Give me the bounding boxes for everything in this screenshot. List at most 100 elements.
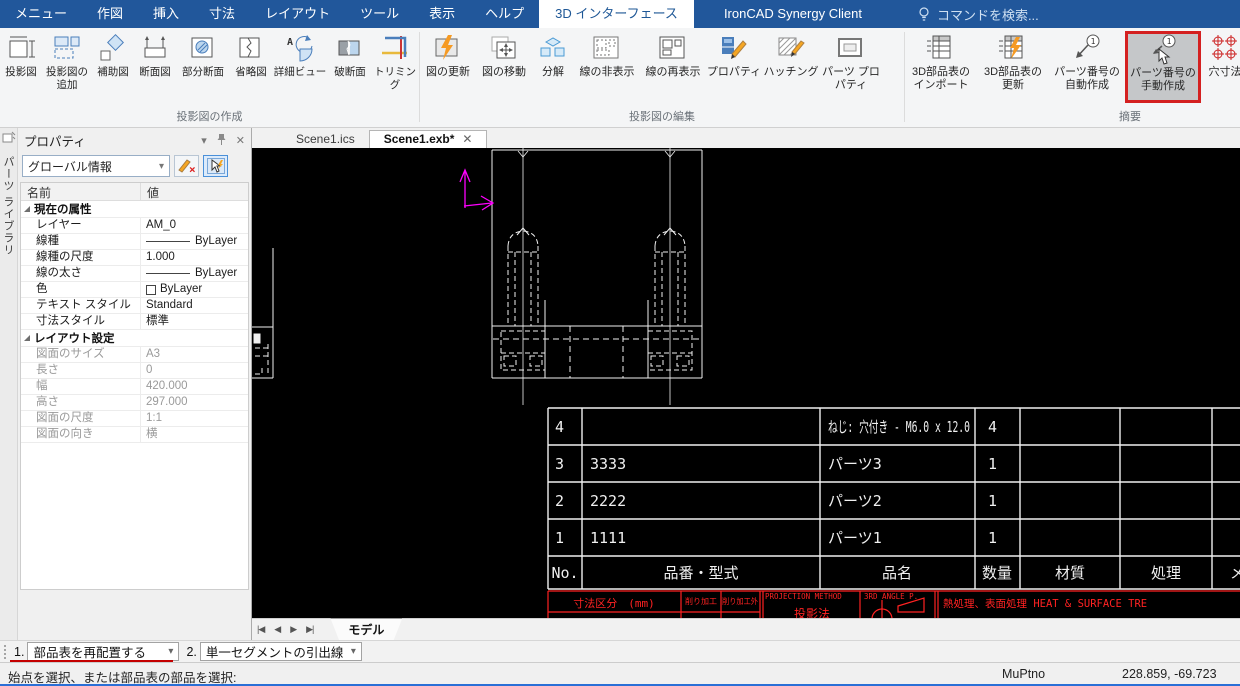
tb-angle: 3RD ANGLE P. bbox=[864, 592, 918, 601]
svg-text:A: A bbox=[287, 37, 293, 48]
sheet-nav-first-button[interactable]: |◀ bbox=[252, 624, 269, 635]
break-view-icon bbox=[335, 33, 365, 65]
prop-row-sheet-orientation[interactable]: 図面の向き 横 bbox=[21, 427, 248, 443]
ribbon-button-view-properties[interactable]: プロパティ bbox=[706, 31, 762, 107]
menu-item-insert[interactable]: 挿入 bbox=[138, 0, 194, 28]
bom-row2-no: 2 bbox=[555, 492, 564, 510]
document-tab-scene1-exb[interactable]: Scene1.exb* ✕ bbox=[369, 130, 488, 148]
ribbon-button-hatching[interactable]: ハッチング bbox=[762, 31, 820, 107]
sidebar-tab-parts-library[interactable]: パーツ ライブラリ bbox=[0, 156, 16, 256]
ribbon-button-hide-lines[interactable]: 線の非表示 bbox=[574, 31, 640, 107]
ribbon-button-explode[interactable]: 分解 bbox=[532, 31, 574, 107]
prop-row-length[interactable]: 長さ 0 bbox=[21, 363, 248, 379]
ribbon-button-section-view[interactable]: 断面図 bbox=[134, 31, 176, 107]
ribbon-button-add-projection-view[interactable]: 投影図の追加 bbox=[42, 31, 92, 107]
option2-label: 2. bbox=[186, 645, 196, 659]
ribbon-button-auto-create-part-number[interactable]: 1 パーツ番号の 自動作成 bbox=[1049, 31, 1125, 107]
command-search[interactable]: コマンドを検索... bbox=[918, 0, 1039, 28]
prop-row-sheet-size[interactable]: 図面のサイズ A3 bbox=[21, 347, 248, 363]
menu-item-menu[interactable]: メニュー bbox=[0, 0, 82, 28]
menu-item-ironcad-synergy-client[interactable]: IronCAD Synergy Client bbox=[708, 0, 878, 28]
prop-row-height[interactable]: 高さ 297.000 bbox=[21, 395, 248, 411]
ribbon-button-import-3d-bom[interactable]: 3D部品表の インポート bbox=[905, 31, 977, 107]
lineweight-sample bbox=[146, 273, 190, 274]
ribbon-button-update-3d-bom[interactable]: 3D部品表の 更新 bbox=[977, 31, 1049, 107]
detail-view-icon: A bbox=[285, 33, 315, 65]
pick-object-button[interactable] bbox=[203, 155, 228, 177]
menu-tab-3d-interface[interactable]: 3D インターフェース bbox=[539, 0, 694, 28]
ribbon-button-detail-view[interactable]: A 詳細ビュー bbox=[272, 31, 328, 107]
ribbon-button-partial-section[interactable]: 部分断面 bbox=[176, 31, 230, 107]
menu-item-dimension[interactable]: 寸法 bbox=[194, 0, 250, 28]
chevron-down-icon: ▾ bbox=[351, 646, 356, 657]
chevron-down-icon: ▾ bbox=[168, 646, 173, 657]
tb-projection-jp: 投影法 bbox=[794, 606, 830, 618]
sheet-nav-last-button[interactable]: ▶| bbox=[301, 624, 318, 635]
panel-close-icon[interactable]: ✕ bbox=[236, 134, 245, 147]
ribbon-button-hole-dimension[interactable]: 穴寸法 bbox=[1205, 31, 1240, 107]
partial-side-view bbox=[252, 248, 273, 378]
ribbon-group-label-edit-projection: 投影図の編集 bbox=[420, 108, 904, 124]
prop-row-width[interactable]: 幅 420.000 bbox=[21, 379, 248, 395]
drawing-canvas[interactable]: 4 ねじ: 穴付き - M6.0 x 12.0 4 3 3333 パーツ3 1 … bbox=[252, 148, 1240, 618]
ribbon-button-broken-view[interactable]: 省略図 bbox=[230, 31, 272, 107]
menu-item-view[interactable]: 表示 bbox=[414, 0, 470, 28]
ribbon-button-auxiliary-view[interactable]: 補助図 bbox=[92, 31, 134, 107]
update-view-icon bbox=[433, 33, 463, 65]
ribbon-button-trimming[interactable]: トリミング bbox=[372, 31, 418, 107]
sheet-tab-bar: |◀ ◀ ▶ ▶| モデル bbox=[252, 618, 1240, 640]
bom-row2-code: 2222 bbox=[590, 492, 626, 510]
option1-label: 1. bbox=[14, 645, 24, 659]
bom-row2-name: パーツ2 bbox=[828, 492, 882, 510]
edit-cancel-button[interactable]: × bbox=[174, 155, 199, 177]
close-tab-icon[interactable]: ✕ bbox=[462, 132, 472, 146]
ribbon-button-update-view[interactable]: 図の更新 bbox=[420, 31, 476, 107]
tb-heat: 熱処理、表面処理 HEAT & SURFACE TRE bbox=[943, 597, 1147, 610]
menu-item-draw[interactable]: 作図 bbox=[82, 0, 138, 28]
prop-row-text-style[interactable]: テキスト スタイル Standard bbox=[21, 298, 248, 314]
auxiliary-view-icon bbox=[98, 33, 128, 65]
panel-pin-icon[interactable] bbox=[217, 133, 226, 148]
prop-row-sheet-scale[interactable]: 図面の尺度 1:1 bbox=[21, 411, 248, 427]
option1-select[interactable]: 部品表を再配置する ▾ bbox=[27, 642, 179, 661]
prop-row-dim-style[interactable]: 寸法スタイル 標準 bbox=[21, 314, 248, 330]
bom-row2-qty: 1 bbox=[988, 492, 997, 510]
sheet-tab-model[interactable]: モデル bbox=[330, 618, 402, 641]
prop-row-layer[interactable]: レイヤー AM_0 bbox=[21, 218, 248, 234]
prop-row-linetype[interactable]: 線種 ByLayer bbox=[21, 234, 248, 250]
auto-create-part-number-icon: 1 bbox=[1072, 33, 1102, 65]
ribbon-button-break-view[interactable]: 破断面 bbox=[328, 31, 372, 107]
main-front-view bbox=[492, 150, 702, 378]
section-layout-settings[interactable]: レイアウト設定 bbox=[21, 330, 248, 347]
bom-row1-name: パーツ1 bbox=[828, 529, 882, 547]
prop-row-linetype-scale[interactable]: 線種の尺度 1.000 bbox=[21, 250, 248, 266]
menu-item-layout[interactable]: レイアウト bbox=[250, 0, 345, 28]
document-tab-scene1-ics[interactable]: Scene1.ics bbox=[282, 131, 369, 148]
prop-row-lineweight[interactable]: 線の太さ ByLayer bbox=[21, 266, 248, 282]
panel-dropdown-icon[interactable]: ▾ bbox=[201, 134, 207, 147]
linetype-sample bbox=[146, 241, 190, 242]
ribbon-button-show-lines[interactable]: 線の再表示 bbox=[640, 31, 706, 107]
option1-value: 部品表を再配置する bbox=[33, 642, 146, 661]
part-properties-icon bbox=[836, 33, 866, 65]
app-window: メニュー 作図 挿入 寸法 レイアウト ツール 表示 ヘルプ 3D インターフェ… bbox=[0, 0, 1240, 686]
ribbon-button-manual-create-part-number[interactable]: 1 パーツ番号の 手動作成 bbox=[1125, 31, 1201, 103]
sheet-nav-prev-button[interactable]: ◀ bbox=[269, 624, 285, 635]
ribbon-button-move-view[interactable]: 図の移動 bbox=[476, 31, 532, 107]
option2-select[interactable]: 単一セグメントの引出線 ▾ bbox=[200, 642, 362, 661]
sheet-nav-next-button[interactable]: ▶ bbox=[285, 624, 301, 635]
bom-row4-name: ねじ: 穴付き - M6.0 x 12.0 bbox=[828, 418, 970, 436]
bom-row1-code: 1111 bbox=[590, 529, 626, 547]
prop-row-color[interactable]: 色 ByLayer bbox=[21, 282, 248, 298]
properties-scope-select[interactable]: グローバル情報 ▾ bbox=[22, 155, 170, 177]
menu-item-tools[interactable]: ツール bbox=[345, 0, 414, 28]
section-current-attributes[interactable]: 現在の属性 bbox=[21, 201, 248, 218]
tb-machining-1: 削り加工 bbox=[685, 596, 717, 606]
bom-row1-no: 1 bbox=[555, 529, 564, 547]
svg-text:×: × bbox=[189, 163, 196, 174]
ribbon-button-part-properties[interactable]: パーツ プロパティ bbox=[820, 31, 882, 107]
ribbon-button-projection-view[interactable]: 投影図 bbox=[0, 31, 42, 107]
ribbon-group-label-summary: 摘要 bbox=[1075, 108, 1185, 124]
toolbar-grip[interactable] bbox=[4, 645, 9, 659]
menu-item-help[interactable]: ヘルプ bbox=[470, 0, 539, 28]
